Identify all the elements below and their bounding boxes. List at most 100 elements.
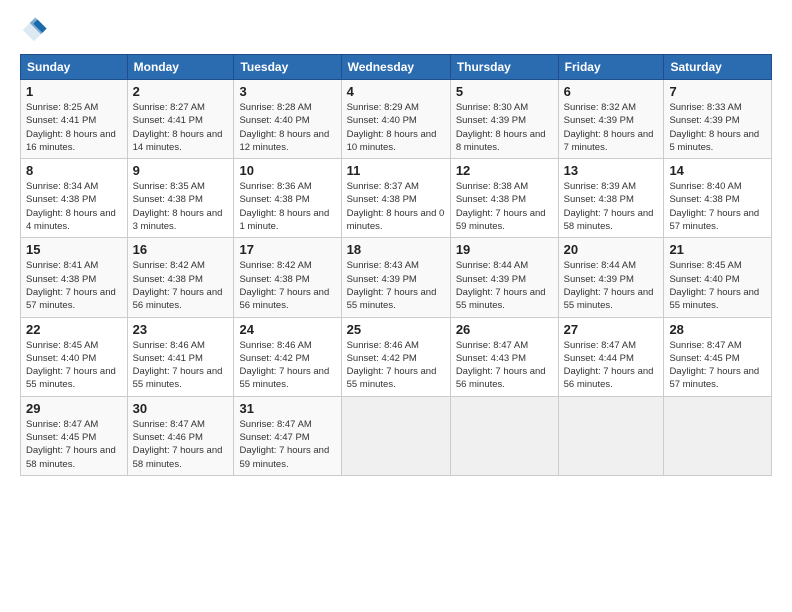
day-cell: 16 Sunrise: 8:42 AMSunset: 4:38 PMDayligh… [127, 238, 234, 317]
day-cell: 26Sunrise: 8:47 AMSunset: 4:43 PMDayligh… [450, 317, 558, 396]
day-detail: Sunrise: 8:47 AMSunset: 4:45 PMDaylight:… [669, 339, 766, 392]
day-detail: Sunrise: 8:39 AMSunset: 4:38 PMDaylight:… [564, 180, 659, 233]
day-cell: 13 Sunrise: 8:39 AMSunset: 4:38 PMDayligh… [558, 159, 664, 238]
day-detail: Sunrise: 8:25 AMSunset: 4:41 PMDaylight:… [26, 101, 122, 154]
day-cell: 9Sunrise: 8:35 AMSunset: 4:38 PMDaylight… [127, 159, 234, 238]
day-number: 2 [133, 84, 229, 99]
day-detail: Sunrise: 8:45 AMSunset: 4:40 PMDaylight:… [26, 339, 122, 392]
day-cell: 17 Sunrise: 8:42 AMSunset: 4:38 PMDayligh… [234, 238, 341, 317]
day-number: 25 [347, 322, 445, 337]
day-detail: Sunrise: 8:34 AMSunset: 4:38 PMDaylight:… [26, 180, 122, 233]
day-detail: Sunrise: 8:44 AMSunset: 4:39 PMDaylight:… [456, 259, 553, 312]
day-number: 11 [347, 163, 445, 178]
day-detail: Sunrise: 8:37 AMSunset: 4:38 PMDaylight:… [347, 180, 445, 233]
day-number: 23 [133, 322, 229, 337]
day-cell: 1 Sunrise: 8:25 AMSunset: 4:41 PMDaylight… [21, 80, 128, 159]
week-row-2: 8 Sunrise: 8:34 AMSunset: 4:38 PMDaylight… [21, 159, 772, 238]
day-cell: 14 Sunrise: 8:40 AMSunset: 4:38 PMDayligh… [664, 159, 772, 238]
header-row: SundayMondayTuesdayWednesdayThursdayFrid… [21, 55, 772, 80]
day-detail: Sunrise: 8:35 AMSunset: 4:38 PMDaylight:… [133, 180, 229, 233]
day-number: 13 [564, 163, 659, 178]
day-cell [558, 396, 664, 475]
day-cell: 25Sunrise: 8:46 AMSunset: 4:42 PMDayligh… [341, 317, 450, 396]
week-row-5: 29 Sunrise: 8:47 AMSunset: 4:45 PMDayligh… [21, 396, 772, 475]
day-detail: Sunrise: 8:27 AMSunset: 4:41 PMDaylight:… [133, 101, 229, 154]
day-detail: Sunrise: 8:40 AMSunset: 4:38 PMDaylight:… [669, 180, 766, 233]
calendar-body: 1 Sunrise: 8:25 AMSunset: 4:41 PMDaylight… [21, 80, 772, 476]
day-cell: 18 Sunrise: 8:43 AMSunset: 4:39 PMDayligh… [341, 238, 450, 317]
day-cell: 28 Sunrise: 8:47 AMSunset: 4:45 PMDayligh… [664, 317, 772, 396]
day-number: 12 [456, 163, 553, 178]
day-detail: Sunrise: 8:29 AMSunset: 4:40 PMDaylight:… [347, 101, 445, 154]
day-cell: 31 Sunrise: 8:47 AMSunset: 4:47 PMDayligh… [234, 396, 341, 475]
header-cell-friday: Friday [558, 55, 664, 80]
day-detail: Sunrise: 8:47 AMSunset: 4:46 PMDaylight:… [133, 418, 229, 471]
day-cell: 19 Sunrise: 8:44 AMSunset: 4:39 PMDayligh… [450, 238, 558, 317]
day-cell: 2 Sunrise: 8:27 AMSunset: 4:41 PMDaylight… [127, 80, 234, 159]
day-cell: 12Sunrise: 8:38 AMSunset: 4:38 PMDayligh… [450, 159, 558, 238]
day-number: 14 [669, 163, 766, 178]
day-detail: Sunrise: 8:47 AMSunset: 4:44 PMDaylight:… [564, 339, 659, 392]
day-detail: Sunrise: 8:28 AMSunset: 4:40 PMDaylight:… [239, 101, 335, 154]
day-detail: Sunrise: 8:43 AMSunset: 4:39 PMDaylight:… [347, 259, 445, 312]
day-cell: 8 Sunrise: 8:34 AMSunset: 4:38 PMDaylight… [21, 159, 128, 238]
day-number: 10 [239, 163, 335, 178]
day-number: 29 [26, 401, 122, 416]
day-detail: Sunrise: 8:47 AMSunset: 4:47 PMDaylight:… [239, 418, 335, 471]
day-cell: 21 Sunrise: 8:45 AMSunset: 4:40 PMDayligh… [664, 238, 772, 317]
day-cell: 30 Sunrise: 8:47 AMSunset: 4:46 PMDayligh… [127, 396, 234, 475]
day-cell: 6Sunrise: 8:32 AMSunset: 4:39 PMDaylight… [558, 80, 664, 159]
day-detail: Sunrise: 8:46 AMSunset: 4:42 PMDaylight:… [239, 339, 335, 392]
header-cell-wednesday: Wednesday [341, 55, 450, 80]
day-detail: Sunrise: 8:47 AMSunset: 4:45 PMDaylight:… [26, 418, 122, 471]
day-number: 18 [347, 242, 445, 257]
day-number: 15 [26, 242, 122, 257]
day-number: 20 [564, 242, 659, 257]
day-cell: 23 Sunrise: 8:46 AMSunset: 4:41 PMDayligh… [127, 317, 234, 396]
day-cell: 7 Sunrise: 8:33 AMSunset: 4:39 PMDaylight… [664, 80, 772, 159]
week-row-4: 22 Sunrise: 8:45 AMSunset: 4:40 PMDayligh… [21, 317, 772, 396]
day-number: 16 [133, 242, 229, 257]
day-cell: 3Sunrise: 8:28 AMSunset: 4:40 PMDaylight… [234, 80, 341, 159]
day-number: 5 [456, 84, 553, 99]
calendar-table: SundayMondayTuesdayWednesdayThursdayFrid… [20, 54, 772, 476]
day-cell: 4 Sunrise: 8:29 AMSunset: 4:40 PMDaylight… [341, 80, 450, 159]
day-number: 4 [347, 84, 445, 99]
day-number: 7 [669, 84, 766, 99]
logo-icon [20, 16, 48, 44]
day-number: 1 [26, 84, 122, 99]
day-detail: Sunrise: 8:45 AMSunset: 4:40 PMDaylight:… [669, 259, 766, 312]
day-number: 21 [669, 242, 766, 257]
header-cell-sunday: Sunday [21, 55, 128, 80]
day-cell: 22 Sunrise: 8:45 AMSunset: 4:40 PMDayligh… [21, 317, 128, 396]
day-detail: Sunrise: 8:33 AMSunset: 4:39 PMDaylight:… [669, 101, 766, 154]
week-row-3: 15Sunrise: 8:41 AMSunset: 4:38 PMDayligh… [21, 238, 772, 317]
day-detail: Sunrise: 8:44 AMSunset: 4:39 PMDaylight:… [564, 259, 659, 312]
day-cell [664, 396, 772, 475]
day-number: 19 [456, 242, 553, 257]
header-cell-monday: Monday [127, 55, 234, 80]
header-cell-saturday: Saturday [664, 55, 772, 80]
day-detail: Sunrise: 8:30 AMSunset: 4:39 PMDaylight:… [456, 101, 553, 154]
day-detail: Sunrise: 8:36 AMSunset: 4:38 PMDaylight:… [239, 180, 335, 233]
day-detail: Sunrise: 8:42 AMSunset: 4:38 PMDaylight:… [133, 259, 229, 312]
day-cell: 29 Sunrise: 8:47 AMSunset: 4:45 PMDayligh… [21, 396, 128, 475]
day-number: 28 [669, 322, 766, 337]
day-number: 6 [564, 84, 659, 99]
day-number: 8 [26, 163, 122, 178]
day-number: 24 [239, 322, 335, 337]
header-cell-tuesday: Tuesday [234, 55, 341, 80]
day-detail: Sunrise: 8:46 AMSunset: 4:41 PMDaylight:… [133, 339, 229, 392]
day-cell: 27Sunrise: 8:47 AMSunset: 4:44 PMDayligh… [558, 317, 664, 396]
day-number: 17 [239, 242, 335, 257]
day-cell: 5 Sunrise: 8:30 AMSunset: 4:39 PMDaylight… [450, 80, 558, 159]
day-number: 22 [26, 322, 122, 337]
logo [20, 16, 52, 44]
calendar-header: SundayMondayTuesdayWednesdayThursdayFrid… [21, 55, 772, 80]
day-detail: Sunrise: 8:42 AMSunset: 4:38 PMDaylight:… [239, 259, 335, 312]
day-cell [341, 396, 450, 475]
day-number: 26 [456, 322, 553, 337]
calendar-page: SundayMondayTuesdayWednesdayThursdayFrid… [0, 0, 792, 612]
day-number: 31 [239, 401, 335, 416]
day-number: 30 [133, 401, 229, 416]
